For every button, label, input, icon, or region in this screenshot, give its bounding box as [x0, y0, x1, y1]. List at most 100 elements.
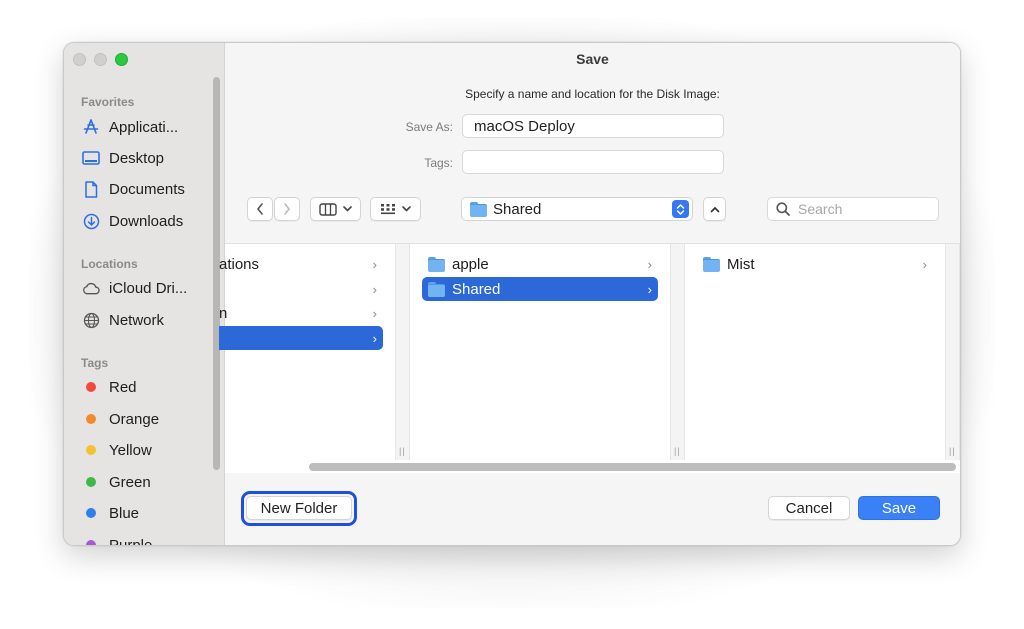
sidebar-item-desktop[interactable]: Desktop — [82, 146, 164, 170]
desktop-icon — [82, 149, 100, 167]
tags-heading: Tags — [81, 356, 109, 370]
chevron-right-icon: › — [922, 256, 927, 272]
column-divider[interactable]: || — [395, 244, 410, 460]
list-item-label: Mist — [727, 255, 755, 273]
cancel-button[interactable]: Cancel — [768, 496, 850, 520]
tags-label: Tags: — [424, 156, 453, 170]
sidebar-item-label: Green — [109, 473, 151, 491]
chevron-down-icon — [402, 206, 411, 212]
folder-icon — [470, 202, 487, 217]
list-item[interactable]: n › — [219, 301, 383, 325]
sidebar-item-label: Downloads — [109, 212, 184, 230]
sidebar-item-label: Desktop — [109, 149, 165, 167]
sidebar-item-network[interactable]: Network — [82, 308, 164, 332]
group-button[interactable] — [370, 197, 421, 221]
sidebar-item-label: Orange — [109, 410, 160, 428]
resize-handle-icon: || — [399, 446, 406, 456]
up-down-arrows-icon — [672, 200, 689, 218]
sidebar-item-applications[interactable]: Applicati... — [82, 115, 178, 139]
columns-view-icon — [319, 202, 337, 216]
sidebar-tag-red[interactable]: Red — [82, 375, 137, 399]
sidebar-tag-purple[interactable]: Purple — [82, 533, 152, 545]
search-field[interactable]: Search — [767, 197, 939, 221]
save-dialog: Favorites Applicati... Desktop Documents… — [63, 42, 961, 546]
column-browser: ations › › n › › || apple › Shared › || … — [219, 243, 960, 475]
chevron-right-icon: › — [372, 256, 377, 272]
new-folder-button[interactable]: New Folder — [246, 496, 352, 520]
column-divider[interactable]: || — [670, 244, 685, 460]
sidebar-item-label: Yellow — [109, 441, 152, 459]
sidebar-item-label: Applicati... — [109, 118, 179, 136]
document-icon — [82, 180, 100, 198]
sidebar-item-label: Blue — [109, 504, 140, 522]
chevron-right-icon: › — [372, 281, 377, 297]
sidebar-item-documents[interactable]: Documents — [82, 177, 185, 201]
view-mode-button[interactable] — [310, 197, 361, 221]
grid-icon — [381, 203, 395, 214]
chevron-up-icon — [710, 206, 719, 212]
sidebar-item-icloud[interactable]: iCloud Dri... — [82, 276, 187, 300]
globe-icon — [82, 311, 100, 329]
resize-handle-icon: || — [674, 446, 681, 456]
sidebar-tag-orange[interactable]: Orange — [82, 407, 159, 431]
save-button[interactable]: Save — [858, 496, 940, 520]
list-item-label: n — [219, 304, 228, 322]
sidebar-item-label: Red — [109, 378, 137, 396]
sidebar: Favorites Applicati... Desktop Documents… — [64, 43, 225, 545]
list-item[interactable]: Mist › — [697, 252, 933, 276]
location-popup[interactable]: Shared — [461, 197, 693, 221]
cloud-icon — [82, 279, 100, 297]
green-tag-dot-icon — [86, 477, 96, 487]
chevron-right-icon: › — [372, 330, 377, 346]
chevron-right-icon — [284, 203, 291, 215]
collapse-button[interactable] — [703, 197, 726, 221]
sidebar-tag-yellow[interactable]: Yellow — [82, 438, 152, 462]
chevron-down-icon — [343, 206, 352, 212]
list-item[interactable]: ations › — [219, 252, 383, 276]
column-divider[interactable]: || — [945, 244, 960, 460]
locations-heading: Locations — [81, 257, 138, 271]
sidebar-tag-green[interactable]: Green — [82, 470, 151, 494]
sidebar-item-label: Documents — [109, 180, 185, 198]
browser-column-1: ations › › n › › — [219, 244, 395, 460]
window-title: Save — [576, 51, 609, 67]
list-item-label: Shared — [452, 280, 501, 298]
chevron-right-icon: › — [372, 305, 377, 321]
list-item[interactable]: apple › — [422, 252, 658, 276]
chevron-left-icon — [256, 203, 263, 215]
purple-tag-dot-icon — [86, 540, 96, 545]
horizontal-scrollbar[interactable] — [309, 463, 956, 471]
folder-icon — [428, 282, 445, 297]
close-button[interactable] — [73, 53, 86, 66]
save-as-field[interactable]: macOS Deploy — [462, 114, 724, 138]
list-item-selected[interactable]: Shared › — [422, 277, 658, 301]
favorites-heading: Favorites — [81, 95, 135, 109]
sidebar-item-label: Network — [109, 311, 165, 329]
blue-tag-dot-icon — [86, 508, 96, 518]
yellow-tag-dot-icon — [86, 445, 96, 455]
sidebar-tag-blue[interactable]: Blue — [82, 501, 139, 525]
sidebar-item-label: iCloud Dri... — [109, 279, 188, 297]
sidebar-item-downloads[interactable]: Downloads — [82, 209, 183, 233]
list-item[interactable]: › — [219, 277, 383, 301]
list-item-selected[interactable]: › — [219, 326, 383, 350]
window-controls — [73, 53, 128, 66]
forward-button[interactable] — [274, 197, 300, 221]
save-as-label: Save As: — [405, 120, 453, 134]
dialog-prompt: Specify a name and location for the Disk… — [465, 87, 720, 101]
applications-icon — [82, 118, 100, 136]
downloads-icon — [82, 212, 100, 230]
red-tag-dot-icon — [86, 382, 96, 392]
search-icon — [776, 202, 790, 216]
folder-icon — [428, 257, 445, 272]
list-item-label: ations — [219, 255, 260, 273]
chevron-right-icon: › — [647, 281, 652, 297]
location-label: Shared — [493, 200, 542, 218]
back-button[interactable] — [247, 197, 273, 221]
search-placeholder: Search — [798, 201, 843, 217]
folder-icon — [703, 257, 720, 272]
minimize-button[interactable] — [94, 53, 107, 66]
tags-field[interactable] — [462, 150, 724, 174]
browser-column-3: Mist › — [685, 244, 945, 460]
zoom-button[interactable] — [115, 53, 128, 66]
